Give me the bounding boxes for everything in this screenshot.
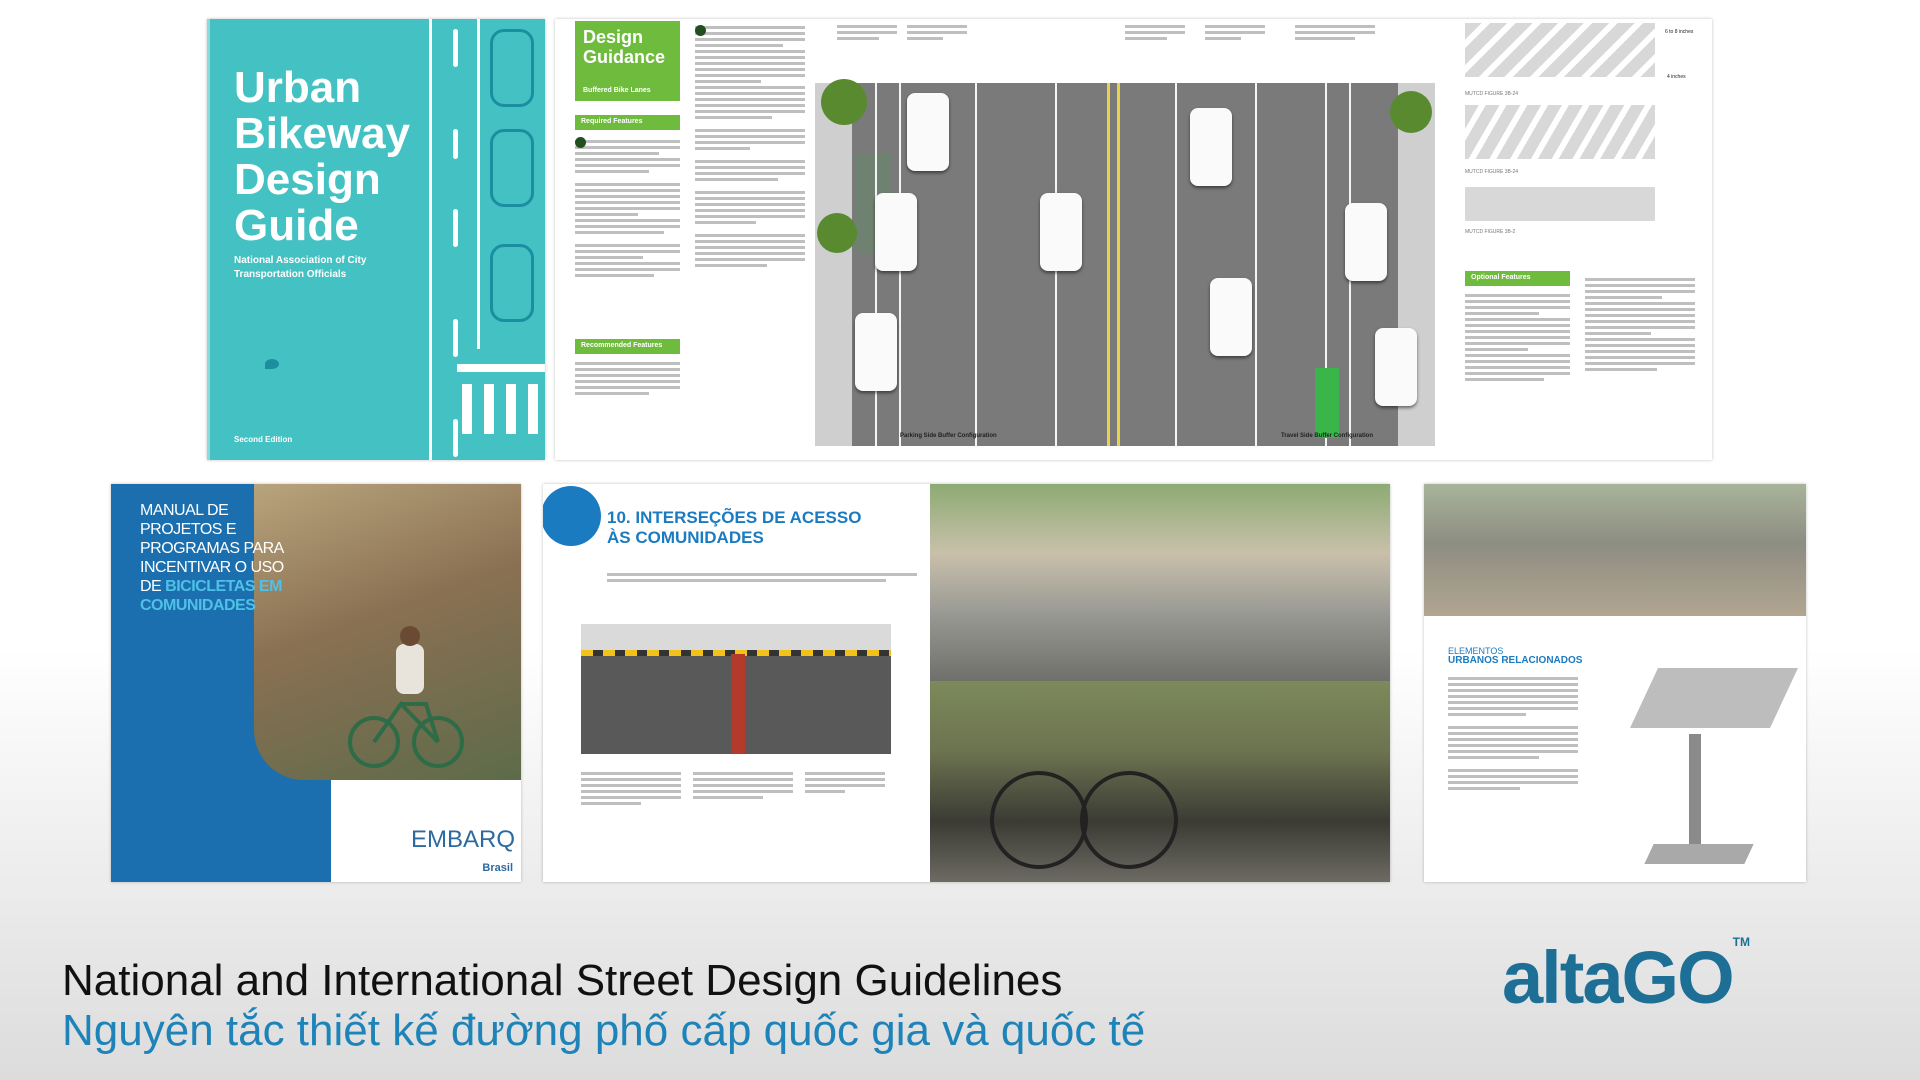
callout-number	[575, 137, 586, 148]
optional-text-column	[1465, 291, 1570, 384]
chevron-diagram	[1465, 105, 1655, 159]
callout-text	[1205, 22, 1265, 43]
recommended-text-column	[575, 359, 680, 398]
car-outline	[490, 244, 534, 322]
bike-symbol-icon	[453, 209, 458, 247]
car	[907, 93, 949, 171]
manual-title: MANUAL DE PROJETOS E PROGRAMAS PARA INCE…	[140, 502, 284, 614]
car	[875, 193, 917, 271]
tree	[821, 79, 867, 125]
urban-bikeway-cover: Urban Bikeway Design Guide National Asso…	[207, 19, 545, 460]
required-text-column	[575, 137, 680, 280]
guidance-header-box: Design Guidance Buffered Bike Lanes	[575, 21, 680, 101]
slide-title-vi: Nguyên tắc thiết kế đường phố cấp quốc g…	[62, 1006, 1146, 1055]
recommended-features-bar: Recommended Features	[575, 339, 680, 354]
bollard-diagram	[1689, 734, 1701, 854]
caption-text	[581, 769, 681, 808]
callout-text	[907, 22, 967, 43]
lane-line	[477, 19, 480, 349]
car-outline	[490, 29, 534, 107]
dimension-label: 4 inches	[1667, 74, 1686, 80]
car	[1375, 328, 1417, 406]
callout-text	[1125, 22, 1185, 43]
bike-symbol-icon	[453, 129, 458, 159]
bike-symbol-icon	[453, 29, 458, 67]
guidance-subtitle: Buffered Bike Lanes	[583, 87, 651, 94]
optional-features-bar: Optional Features	[1465, 271, 1570, 286]
car-outline	[490, 129, 534, 207]
diagonal-hatch-diagram	[1465, 23, 1655, 77]
intersection-illustration	[581, 624, 891, 754]
callout-text	[1295, 22, 1375, 43]
crosswalk-stripe	[506, 384, 516, 434]
car	[1040, 193, 1082, 271]
figure-caption: MUTCD FIGURE 3B-24	[1465, 169, 1519, 175]
car	[855, 313, 897, 391]
callout-text	[837, 22, 897, 43]
car	[1210, 278, 1252, 356]
street-illustration	[815, 79, 1435, 446]
chapter-heading: 10. INTERSEÇÕES DE ACESSO ÀS COMUNIDADES	[607, 508, 862, 547]
embarq-logo: EMBARQ	[410, 826, 515, 853]
cover-title: Urban Bikeway Design Guide	[234, 63, 411, 250]
bench-diagram	[1630, 668, 1798, 728]
bicycle-wheel	[1080, 771, 1178, 869]
tree	[1390, 91, 1432, 133]
body-text	[1448, 674, 1578, 793]
caption-parking-side: Parking Side Buffer Configuration	[900, 433, 997, 439]
optional-text-column-2	[1585, 275, 1695, 374]
lane-line	[429, 19, 432, 460]
dimension-label: 6 to 8 inches	[1665, 29, 1694, 35]
guidance-title: Design Guidance	[583, 27, 666, 67]
design-guidance-page: Design Guidance Buffered Bike Lanes Requ…	[555, 19, 1712, 460]
cover-edition: Second Edition	[234, 435, 293, 444]
caption-travel-side: Travel Side Buffer Configuration	[1281, 433, 1374, 439]
bike-symbol-icon	[453, 419, 458, 457]
street-photo-bottom	[930, 681, 1390, 882]
caption-text	[805, 769, 885, 796]
bike-symbol-icon	[453, 319, 458, 357]
bicycle-wheel	[990, 771, 1088, 869]
crosswalk-stripe	[528, 384, 538, 434]
cover-org: National Association of City Transportat…	[234, 255, 367, 280]
car	[1190, 108, 1232, 186]
urban-elements-page: ELEMENTOS URBANOS RELACIONADOS	[1424, 484, 1806, 882]
intersection-spread: 10. INTERSEÇÕES DE ACESSO ÀS COMUNIDADES	[543, 484, 1390, 882]
figure-caption: MUTCD FIGURE 3B-24	[1465, 91, 1519, 97]
section-heading: ELEMENTOS URBANOS RELACIONADOS	[1448, 646, 1583, 666]
crosswalk-stripe	[484, 384, 494, 434]
crosswalk-stripe	[462, 384, 472, 434]
street-photo	[1424, 484, 1806, 616]
guidance-text-column-2	[695, 23, 805, 270]
bird-icon	[265, 359, 279, 369]
green-bike-box	[1315, 368, 1339, 438]
figure-caption: MUTCD FIGURE 3B-2	[1465, 229, 1516, 235]
callout-number	[695, 25, 706, 36]
caption-text	[693, 769, 793, 802]
tree	[817, 213, 857, 253]
embarq-manual-cover: MANUAL DE PROJETOS E PROGRAMAS PARA INCE…	[111, 484, 521, 882]
edge-line	[207, 19, 210, 460]
cyclist-illustration	[348, 626, 464, 768]
solid-buffer-diagram	[1465, 187, 1655, 221]
slide-title-en: National and International Street Design…	[62, 956, 1063, 1005]
intro-text	[607, 570, 917, 585]
street-photo-top	[930, 484, 1390, 681]
stop-bar	[457, 364, 545, 372]
chapter-icon	[543, 486, 601, 546]
car	[1345, 203, 1387, 281]
altago-logo: altaGOTM	[1502, 935, 1750, 1019]
required-features-bar: Required Features	[575, 115, 680, 130]
embarq-logo-sub: Brasil	[482, 862, 513, 874]
